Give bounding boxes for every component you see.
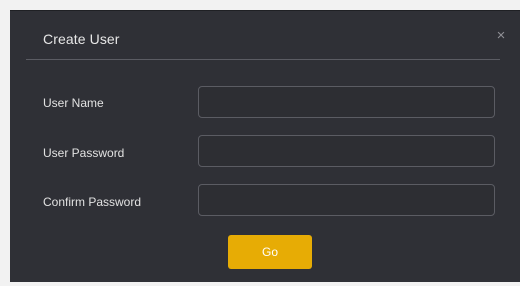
user-name-label: User Name bbox=[43, 96, 104, 110]
create-user-dialog: Create User × User Name User Password Co… bbox=[10, 10, 520, 282]
user-password-label: User Password bbox=[43, 146, 125, 160]
go-button[interactable]: Go bbox=[228, 235, 312, 269]
user-name-input[interactable] bbox=[198, 86, 495, 118]
user-password-input[interactable] bbox=[198, 135, 495, 167]
dialog-title: Create User bbox=[43, 31, 120, 47]
confirm-password-input[interactable] bbox=[198, 184, 495, 216]
dialog-header: Create User × bbox=[10, 11, 520, 59]
confirm-password-label: Confirm Password bbox=[43, 195, 142, 209]
close-icon[interactable]: × bbox=[494, 28, 508, 43]
header-divider bbox=[26, 59, 500, 60]
